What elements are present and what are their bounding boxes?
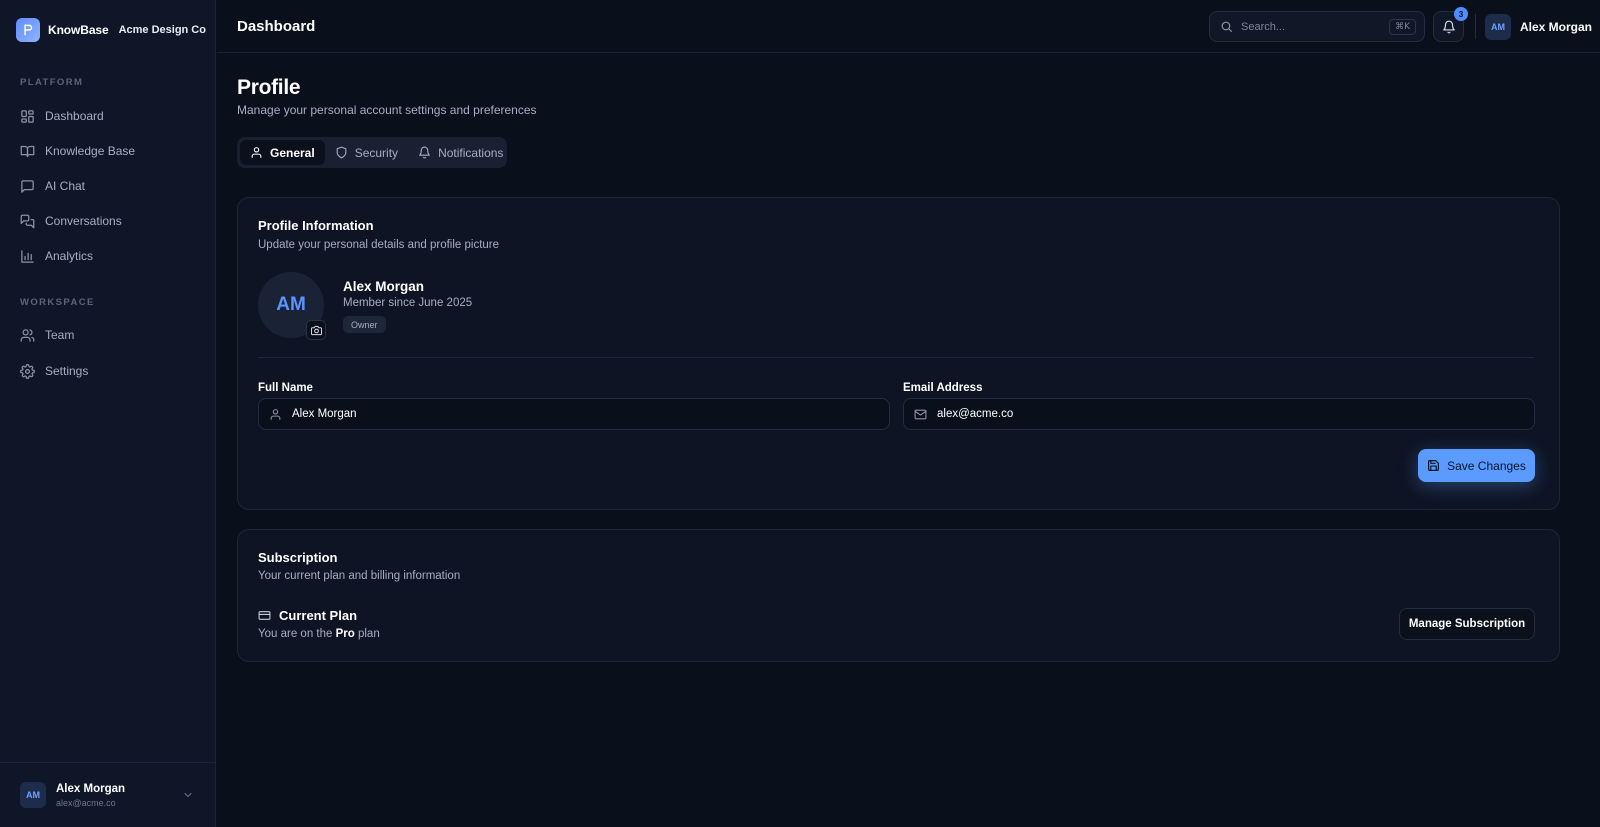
tab-label: Notifications [438, 145, 504, 160]
book-icon [20, 144, 35, 159]
bell-icon [418, 146, 431, 159]
full-name-label: Full Name [258, 382, 313, 394]
tab-security[interactable]: Security [325, 140, 408, 165]
topbar: Dashboard ⌘K 3 AM Alex Morgan [217, 0, 1600, 53]
full-name-field[interactable] [258, 398, 890, 430]
sidebar-item-label: Team [45, 328, 75, 342]
full-name-input[interactable] [292, 408, 850, 420]
member-since: Member since June 2025 [343, 297, 473, 309]
nav-section-platform: PLATFORM [20, 77, 84, 88]
current-plan-title: Current Plan [258, 606, 357, 624]
profile-name: Alex Morgan [343, 279, 425, 294]
brand[interactable]: KnowBase Acme Design Co [16, 17, 206, 43]
search-shortcut: ⌘K [1389, 19, 1416, 35]
mail-icon [914, 408, 927, 421]
sidebar-item-ai-chat[interactable]: AI Chat [8, 170, 208, 202]
page-subtitle: Manage your personal account settings an… [237, 103, 537, 117]
tab-label: Security [354, 145, 399, 160]
search-icon [1220, 20, 1233, 33]
header-title: Dashboard [237, 18, 316, 35]
sidebar-item-label: Settings [45, 364, 89, 378]
sidebar-item-label: Analytics [45, 249, 94, 263]
search-box[interactable]: ⌘K [1209, 11, 1425, 42]
brand-name: KnowBase [48, 23, 109, 37]
sidebar-item-label: Conversations [45, 214, 122, 228]
sidebar-item-label: Dashboard [45, 109, 104, 123]
profile-card: Profile Information Update your personal… [237, 197, 1560, 510]
card-title: Profile Information [258, 218, 374, 233]
plan-description: You are on the Pro plan [258, 628, 380, 640]
credit-card-icon [258, 609, 271, 622]
sidebar-item-team[interactable]: Team [8, 319, 208, 351]
users-icon [20, 328, 35, 343]
page-title: Profile [237, 76, 301, 99]
bar-chart-icon [20, 249, 35, 264]
save-icon [1427, 459, 1440, 472]
tab-general[interactable]: General [240, 140, 325, 165]
divider [1475, 14, 1476, 39]
messages-icon [20, 214, 35, 229]
sidebar: KnowBase Acme Design Co PLATFORM Dashboa… [0, 0, 216, 827]
divider [258, 357, 1534, 358]
user-icon [269, 408, 282, 421]
sidebar-item-analytics[interactable]: Analytics [8, 240, 208, 272]
card-title: Subscription [258, 550, 338, 565]
plan-prefix: You are on the [258, 628, 333, 640]
email-input[interactable] [937, 408, 1495, 420]
tab-list: General Security Notifications [237, 137, 507, 168]
brand-logo-icon [16, 18, 40, 42]
sidebar-item-dashboard[interactable]: Dashboard [8, 100, 208, 132]
user-menu[interactable]: AM Alex Morgan [1485, 14, 1592, 40]
bell-icon [1442, 20, 1456, 34]
sidebar-item-conversations[interactable]: Conversations [8, 205, 208, 237]
role-badge: Owner [343, 316, 386, 333]
sidebar-user-email: alex@acme.co [56, 798, 116, 808]
plan-title-label: Current Plan [279, 607, 358, 623]
user-icon [250, 146, 263, 159]
tab-label: General [270, 145, 315, 160]
plan-name: Pro [335, 628, 355, 640]
gear-icon [20, 363, 35, 379]
tab-notifications[interactable]: Notifications [408, 140, 513, 165]
sidebar-item-knowledge-base[interactable]: Knowledge Base [8, 135, 208, 167]
notification-badge: 3 [1454, 7, 1468, 21]
camera-icon [310, 325, 322, 336]
manage-subscription-button[interactable]: Manage Subscription [1399, 608, 1535, 640]
sidebar-item-settings[interactable]: Settings [8, 355, 208, 387]
sidebar-user-menu[interactable]: AM Alex Morgan alex@acme.co [0, 762, 216, 827]
avatar: AM [1485, 14, 1511, 40]
sidebar-item-label: Knowledge Base [45, 144, 136, 158]
save-button[interactable]: Save Changes [1418, 449, 1535, 482]
card-description: Update your personal details and profile… [258, 239, 500, 251]
avatar: AM [20, 782, 46, 808]
plan-suffix: plan [357, 628, 380, 640]
brand-org: Acme Design Co [118, 24, 206, 36]
email-label: Email Address [903, 382, 983, 394]
shield-icon [335, 146, 348, 159]
card-description: Your current plan and billing informatio… [258, 570, 461, 582]
message-square-icon [20, 179, 35, 194]
user-name: Alex Morgan [1520, 20, 1593, 34]
grid-icon [20, 109, 35, 124]
sidebar-item-label: AI Chat [45, 179, 86, 193]
subscription-card: Subscription Your current plan and billi… [237, 529, 1560, 662]
nav-section-workspace: WORKSPACE [20, 297, 95, 308]
email-field[interactable] [903, 398, 1535, 430]
chevron-down-icon[interactable] [182, 789, 194, 801]
notifications-button[interactable]: 3 [1433, 7, 1468, 42]
sidebar-user-name: Alex Morgan [56, 783, 126, 795]
save-label: Save Changes [1447, 458, 1526, 473]
search-input[interactable] [1241, 20, 1381, 33]
upload-photo-button[interactable] [306, 320, 326, 340]
